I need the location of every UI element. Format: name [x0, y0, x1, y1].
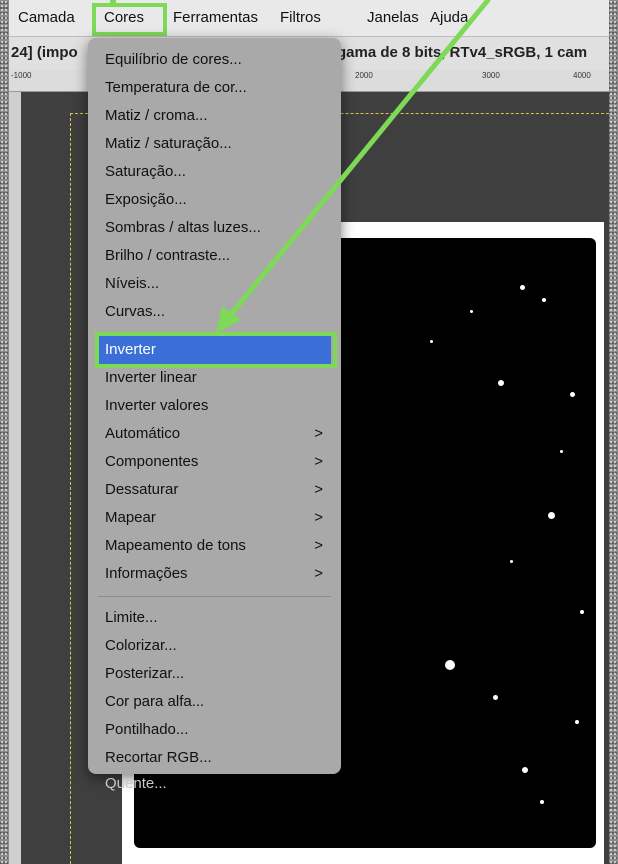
annotation-arrows [110, 0, 491, 333]
arrow-line [225, 0, 491, 321]
